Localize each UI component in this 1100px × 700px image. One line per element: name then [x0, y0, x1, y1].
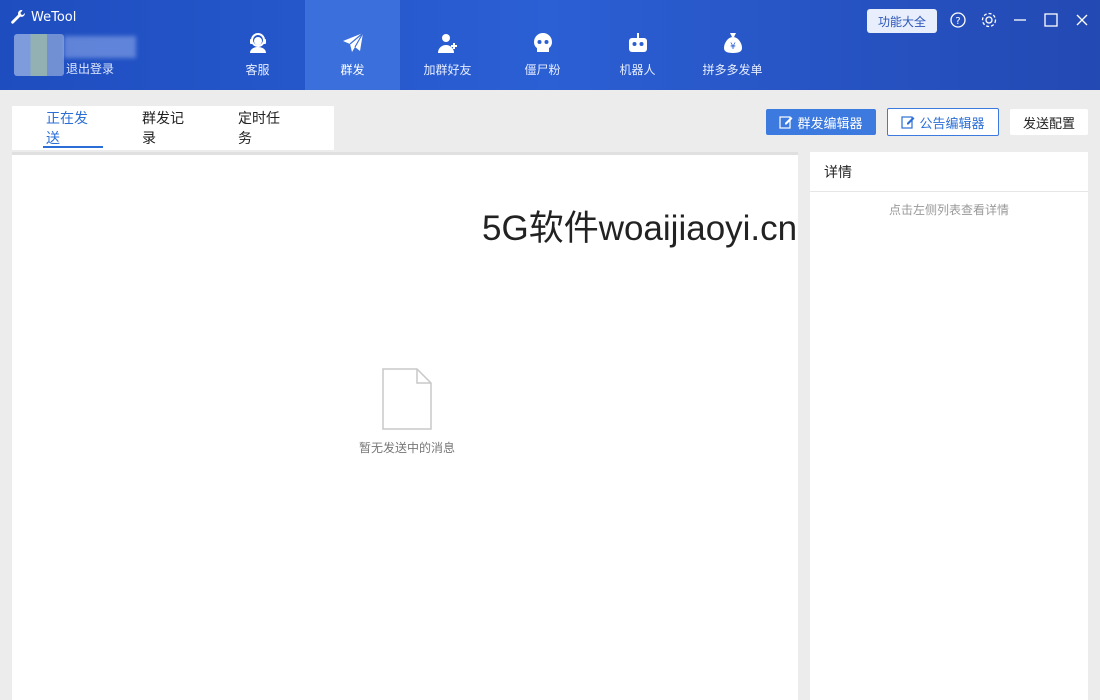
- detail-hint: 点击左侧列表查看详情: [888, 203, 1009, 217]
- empty-file-icon: [382, 368, 432, 430]
- wrench-icon: [11, 10, 25, 24]
- nav-label: 加群好友: [423, 63, 472, 77]
- notice-editor-label: 公告编辑器: [919, 116, 985, 132]
- title-bar: WeTool 退出登录 客服 群发 加群好友 僵尸粉 机器人 ¥ 拼多多发单 功…: [0, 0, 1100, 90]
- customer-service-icon: [249, 33, 266, 53]
- edit-icon: [901, 116, 915, 129]
- help-icon[interactable]: ?: [947, 9, 969, 31]
- tab-send-history[interactable]: 群发记录: [142, 106, 196, 150]
- nav-item-robot[interactable]: 机器人: [590, 0, 685, 90]
- tab-sending[interactable]: 正在发送: [43, 106, 103, 150]
- nav-label: 僵尸粉: [524, 63, 561, 77]
- logout-link[interactable]: 退出登录: [66, 60, 114, 77]
- app-title: WeTool: [10, 9, 76, 25]
- robot-icon: [628, 33, 647, 52]
- empty-message: 暂无发送中的消息: [358, 441, 455, 455]
- skull-icon: [533, 33, 552, 52]
- watermark-text: 5G软件woaijiaoyi.cn: [482, 209, 798, 248]
- nav-item-pdd-orders[interactable]: ¥ 拼多多发单: [685, 0, 780, 90]
- avatar[interactable]: [14, 34, 64, 76]
- detail-title: 详情: [810, 152, 1088, 192]
- features-button[interactable]: 功能大全: [867, 9, 937, 33]
- nav-item-customer-service[interactable]: 客服: [210, 0, 305, 90]
- send-config-button[interactable]: 发送配置: [1010, 109, 1088, 135]
- mass-editor-button[interactable]: 群发编辑器: [766, 109, 876, 135]
- empty-state: 暂无发送中的消息: [352, 367, 462, 456]
- mass-send-tabs: 正在发送 群发记录 定时任务: [12, 106, 334, 150]
- close-icon[interactable]: [1071, 9, 1093, 31]
- svg-text:?: ?: [955, 16, 960, 27]
- nav-item-add-friends[interactable]: 加群好友: [400, 0, 495, 90]
- money-bag-icon: ¥: [723, 33, 742, 53]
- detail-panel: 详情 点击左侧列表查看详情: [810, 152, 1088, 700]
- nav-label: 群发: [340, 63, 365, 77]
- settings-gear-icon[interactable]: [978, 9, 1000, 31]
- nav-label: 拼多多发单: [702, 63, 763, 77]
- app-name: WeTool: [31, 9, 77, 25]
- paper-plane-icon: [342, 32, 364, 52]
- nav-item-mass-send[interactable]: 群发: [305, 0, 400, 90]
- maximize-icon[interactable]: [1040, 9, 1062, 31]
- tab-scheduled-tasks[interactable]: 定时任务: [238, 106, 292, 150]
- user-name-blurred: [64, 36, 136, 58]
- nav-label: 客服: [245, 63, 270, 77]
- mass-editor-label: 群发编辑器: [797, 116, 863, 132]
- svg-text:¥: ¥: [730, 42, 736, 52]
- main-nav: 客服 群发 加群好友 僵尸粉 机器人 ¥ 拼多多发单: [210, 0, 780, 90]
- nav-item-zombie-fans[interactable]: 僵尸粉: [495, 0, 590, 90]
- minimize-icon[interactable]: [1009, 9, 1031, 31]
- edit-icon: [779, 116, 793, 129]
- nav-label: 机器人: [619, 63, 656, 77]
- notice-editor-button[interactable]: 公告编辑器: [887, 108, 999, 136]
- add-user-icon: [437, 34, 457, 53]
